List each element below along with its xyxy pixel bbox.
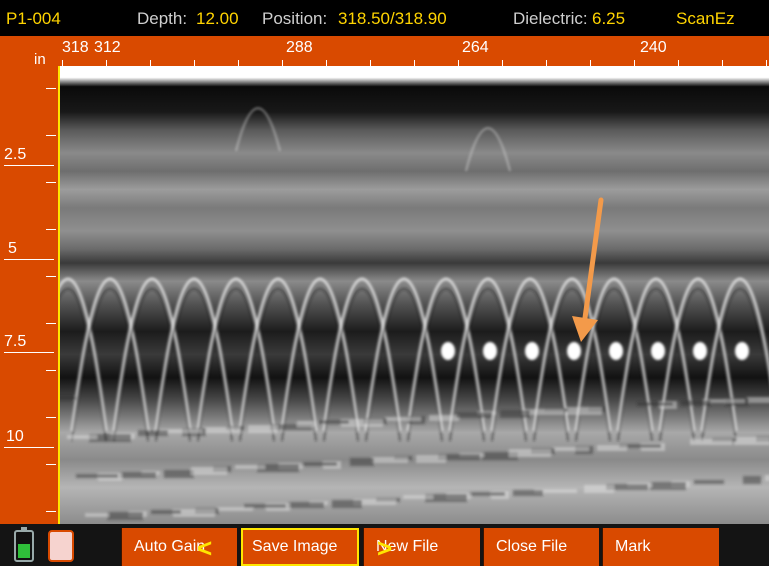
noise-streak [385, 417, 421, 421]
noise-streak [690, 439, 732, 445]
noise-streak [509, 449, 551, 457]
rebar-apex [735, 342, 749, 360]
rebar-apex [483, 342, 497, 360]
noise-streak [204, 427, 240, 433]
noise-streak [637, 402, 673, 406]
ruler-left-label: 10 [6, 428, 24, 445]
noise-streak [58, 396, 76, 400]
rebar-apex [651, 342, 665, 360]
chevron-right-icon[interactable]: > [377, 535, 392, 561]
chevron-left-icon[interactable]: < [197, 535, 212, 561]
noise-streak [67, 435, 97, 439]
ruler-tick [46, 229, 56, 230]
close-file-label: Close File [496, 538, 568, 555]
auto-gain-button[interactable]: Auto Gain [121, 528, 237, 566]
ruler-left-label: 5 [8, 240, 17, 257]
ruler-left-label: 2.5 [4, 146, 27, 163]
rebar-apex [441, 342, 455, 360]
ruler-top-label: 264 [462, 39, 489, 56]
radargram-scan[interactable] [58, 66, 769, 524]
noise-streak [553, 447, 589, 451]
noise-streak [743, 476, 761, 484]
noise-streak [85, 513, 109, 517]
noise-streak [248, 425, 278, 433]
status-bar: P1-004 Depth: 12.00 Position: 318.50/318… [0, 0, 769, 36]
vertical-ruler: 2.5 5 7.5 10 [0, 66, 58, 524]
mark-button[interactable]: Mark [602, 528, 719, 566]
mark-label: Mark [615, 538, 651, 555]
noise-streak [469, 492, 505, 496]
file-id: P1-004 [6, 9, 61, 28]
noise-streak [372, 457, 408, 463]
horizontal-ruler: in 318 312 288 264 240 [0, 36, 769, 68]
noise-streak [297, 421, 315, 427]
noise-streak [765, 475, 769, 481]
noise-streak [288, 502, 324, 508]
noise-streak [403, 495, 433, 499]
battery-icon [14, 527, 34, 562]
ruler-tick [46, 88, 56, 89]
depth-label: Depth: [137, 9, 188, 28]
ruler-left-line [4, 352, 54, 353]
noise-streak [138, 430, 168, 436]
noise-streak [151, 510, 181, 514]
noise-streak [332, 500, 362, 508]
noise-streak [107, 512, 143, 520]
ruler-top-label: 240 [640, 39, 667, 56]
ruler-left-line [4, 165, 54, 166]
ruler-tick [46, 323, 56, 324]
noise-streak [191, 467, 227, 475]
noise-streak [681, 400, 711, 406]
noise-streak [350, 458, 374, 466]
dielectric-value: 6.25 [592, 9, 626, 28]
ruler-left-line [4, 447, 54, 448]
noise-streak [120, 472, 156, 478]
ruler-tick [46, 370, 56, 371]
scan-mode: ScanEz [676, 9, 735, 28]
auto-gain-label: Auto Gain [134, 538, 206, 555]
storage-card-icon [48, 530, 74, 562]
rebar-apex [609, 342, 623, 360]
noise-streak [584, 485, 614, 493]
position-label: Position: [262, 9, 328, 28]
rebar-apex [525, 342, 539, 360]
close-file-button[interactable]: Close File [483, 528, 599, 566]
noise-streak [235, 465, 265, 469]
ruler-tick [46, 464, 56, 465]
ruler-left-label: 7.5 [4, 333, 27, 350]
save-image-button[interactable]: Save Image [241, 528, 359, 566]
ruler-tick [46, 511, 56, 512]
noise-streak [734, 437, 769, 445]
noise-streak [566, 407, 602, 415]
ruler-tick [46, 417, 56, 418]
noise-streak [500, 410, 530, 418]
noise-streak [694, 480, 724, 484]
noise-streak [456, 412, 492, 418]
dielectric-label: Dielectric: [513, 9, 588, 28]
ruler-top-label: 312 [94, 39, 121, 56]
rebar-apex [693, 342, 707, 360]
noise-streak [319, 420, 349, 424]
battery-level-fill [18, 543, 30, 558]
noise-streak [597, 445, 627, 451]
save-image-label: Save Image [252, 538, 338, 555]
ruler-top-label: 318 [62, 39, 89, 56]
rebar-apex [567, 342, 581, 360]
noise-streak [301, 462, 337, 466]
ruler-tick [46, 182, 56, 183]
ruler-left-line [4, 259, 54, 260]
noise-streak [429, 415, 459, 421]
noise-streak [244, 504, 286, 508]
noise-streak [416, 455, 446, 463]
ruler-top-label: 288 [286, 39, 313, 56]
depth-value: 12.00 [196, 9, 239, 28]
noise-streak [650, 482, 686, 490]
noise-streak [513, 490, 543, 496]
ruler-tick [46, 276, 56, 277]
position-value: 318.50/318.90 [338, 9, 447, 28]
noise-streak [76, 474, 118, 478]
noise-streak [164, 470, 194, 478]
noise-streak [747, 397, 769, 403]
ruler-tick [46, 135, 56, 136]
